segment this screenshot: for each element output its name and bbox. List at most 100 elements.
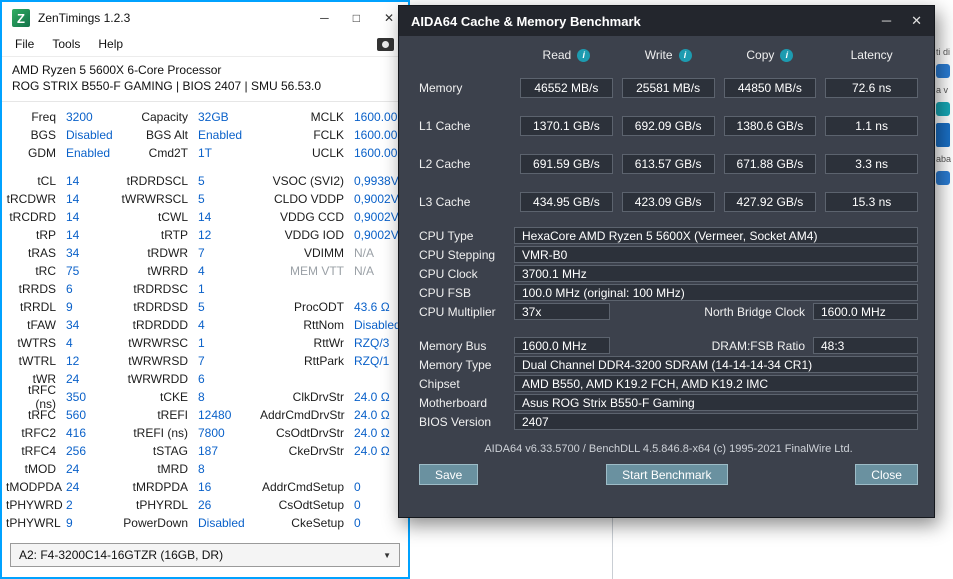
benchmark-column-header: Latency i [825, 48, 918, 62]
timing-row: FCLK 1600.00 [260, 126, 408, 144]
timing-label: CkeDrvStr [288, 444, 344, 459]
maximize-button[interactable]: □ [353, 11, 360, 25]
info-label: Motherboard [419, 395, 488, 410]
menu-item[interactable]: Help [89, 35, 132, 53]
timing-label: tRAS [27, 246, 56, 261]
timing-value: N/A [354, 264, 375, 279]
background-icon-fragment [936, 171, 950, 185]
timing-row: MCLK 1600.00 [260, 108, 408, 126]
timing-value: 32GB [198, 110, 229, 125]
screen: ti di a v aba Z ZenTimings 1.2.3 ─ □ ✕ F… [0, 0, 953, 579]
close-button[interactable]: ✕ [384, 11, 394, 25]
timing-label: tPHYWRD [6, 498, 63, 513]
memory-module-select[interactable]: A2: F4-3200C14-16GTZR (16GB, DR) ▼ [10, 543, 400, 567]
info-row: Chipset AMD B550, AMD K19.2 FCH, AMD K19… [419, 374, 918, 393]
zentimings-titlebar: Z ZenTimings 1.2.3 ─ □ ✕ [2, 2, 408, 32]
timing-row: VDDG CCD 0,9002V [260, 208, 408, 226]
info-label: DRAM:FSB Ratio [711, 338, 805, 353]
write-result-field: 692.09 GB/s [621, 116, 715, 136]
close-button[interactable]: ✕ [911, 13, 922, 29]
copy-result-field: 427.92 GB/s [723, 192, 817, 212]
timing-label: VDIMM [304, 246, 344, 261]
info-icon[interactable]: i [678, 48, 692, 62]
info-row: CPU Stepping VMR-B0 [419, 245, 918, 264]
column-header-label: Write [644, 48, 673, 62]
timing-label: tREFI (ns) [133, 426, 188, 441]
info-row: CPU Clock 3700.1 MHz [419, 264, 918, 283]
timing-value: 12 [66, 354, 80, 369]
timing-label: tPHYWRL [6, 516, 61, 531]
save-button[interactable]: Save [419, 464, 479, 485]
timing-value: 256 [66, 444, 87, 459]
timing-value: 8 [198, 390, 205, 405]
close-button[interactable]: Close [855, 464, 918, 485]
board-bios-info: ROG STRIX B550-F GAMING | BIOS 2407 | SM… [12, 79, 322, 94]
timing-row: RttNom Disabled [260, 316, 408, 334]
latency-result-field: 1.1 ns [825, 116, 918, 136]
timing-label: CkeSetup [291, 516, 344, 531]
timing-label: tRDRDSC [133, 282, 188, 297]
cpu-name: AMD Ryzen 5 5600X 6-Core Processor [12, 63, 222, 77]
timing-label: Freq [31, 110, 56, 125]
timing-row: ClkDrvStr 24.0 Ω [260, 388, 408, 406]
column-header-label: Read [542, 48, 572, 62]
benchmark-header-row: Read i Write i Copy i Latency [419, 48, 918, 62]
timing-value: 26 [198, 498, 212, 513]
timing-label: AddrCmdSetup [261, 480, 344, 495]
background-text-fragment: aba [936, 154, 952, 164]
timing-label: tWRWRDD [127, 372, 188, 387]
timing-row: CsOdtSetup 0 [260, 496, 408, 514]
timing-label: tRDWR [147, 246, 188, 261]
start-benchmark-button[interactable]: Start Benchmark [606, 464, 728, 485]
window-title: ZenTimings 1.2.3 [38, 11, 131, 25]
info-icon[interactable]: i [577, 48, 591, 62]
screenshot-icon[interactable] [377, 37, 394, 51]
timing-value: 4 [66, 336, 73, 351]
timing-row: tPHYRDL 26 [118, 496, 260, 514]
timing-row: tRDRDSD 5 [118, 298, 260, 316]
timing-value: 12 [198, 228, 212, 243]
info-row: Motherboard Asus ROG Strix B550-F Gaming [419, 393, 918, 412]
timing-value: 24 [66, 372, 80, 387]
timing-value: Enabled [66, 146, 111, 161]
timing-value: Disabled [354, 318, 401, 333]
timing-value: 5 [198, 174, 205, 189]
timing-label: tFAW [27, 318, 56, 333]
timing-row: AddrCmdDrvStr 24.0 Ω [260, 406, 408, 424]
timing-row: tRFC (ns) 350 [6, 383, 118, 411]
timing-value: N/A [354, 246, 375, 261]
timing-label: tWRWRSD [128, 354, 188, 369]
minimize-button[interactable]: ─ [320, 11, 329, 25]
info-label: Memory Bus [419, 338, 487, 353]
timing-row: VDDG IOD 0,9002V [260, 226, 408, 244]
timings-column-2: tRDRDSCL 5 tWRWRSCL 5 tCWL 14 tRTP 12 tR… [118, 172, 260, 532]
timing-value: 24.0 Ω [354, 408, 390, 423]
timing-label: tRCDWR [6, 192, 56, 207]
timing-row: tRP 14 [6, 226, 118, 244]
timing-label: tWRWRSC [128, 336, 188, 351]
timing-value: 14 [198, 210, 212, 225]
menu-bar: File Tools Help [2, 32, 408, 56]
background-text-fragment: ti di [936, 47, 951, 57]
write-result-field: 613.57 GB/s [621, 154, 715, 174]
timing-row: CLDO VDDP 0,9002V [260, 190, 408, 208]
benchmark-column-header: Write i [622, 48, 715, 62]
menu-item[interactable]: Tools [43, 35, 89, 53]
info-label: CPU Multiplier [419, 304, 496, 319]
timing-value: 4 [198, 264, 205, 279]
timing-value: 5 [198, 300, 205, 315]
read-result-field: 691.59 GB/s [520, 154, 613, 174]
timing-row: tRDRDSCL 5 [118, 172, 260, 190]
timing-value: 6 [198, 372, 205, 387]
info-icon[interactable]: i [780, 48, 794, 62]
background-icon-fragment [936, 102, 950, 116]
timing-row: tWTRS 4 [6, 334, 118, 352]
timing-row: tRC 75 [6, 262, 118, 280]
minimize-button[interactable]: ─ [882, 13, 891, 29]
timing-label: Cmd2T [148, 146, 188, 161]
timing-label: tMRD [157, 462, 188, 477]
menu-item[interactable]: File [6, 35, 43, 53]
timing-value: 4 [198, 318, 205, 333]
background-area [410, 518, 953, 579]
info-label: CPU FSB [419, 285, 472, 300]
